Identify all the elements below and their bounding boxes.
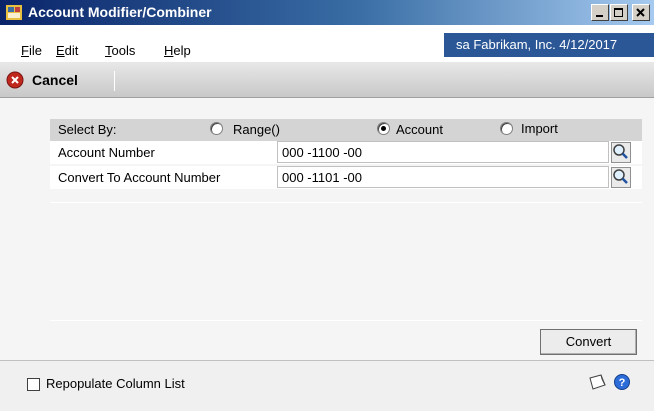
close-button[interactable] [632,4,650,21]
menu-help[interactable]: Help [164,43,191,58]
convert-to-input[interactable] [277,166,609,188]
close-icon [636,8,645,17]
repopulate-label[interactable]: Repopulate Column List [46,376,185,391]
maximize-icon [614,8,623,17]
convert-to-row: Convert To Account Number [50,166,642,189]
select-by-label: Select By: [58,122,117,137]
radio-range-label[interactable]: Range() [233,122,280,137]
select-by-row: Select By: Range() Account Import [50,119,642,141]
toolbar-separator [114,71,115,91]
window-titlebar: Account Modifier/Combiner [0,0,654,25]
menu-edit[interactable]: Edit [56,43,78,58]
radio-import[interactable] [500,122,513,135]
cancel-icon [6,71,24,89]
footer: Repopulate Column List ? [0,360,654,411]
menu-file[interactable]: File [21,43,42,58]
separator-bottom [50,320,642,321]
repopulate-checkbox[interactable] [27,378,40,391]
account-number-input[interactable] [277,141,609,163]
maximize-button[interactable] [610,4,628,21]
account-number-label: Account Number [58,145,155,160]
cancel-button[interactable]: Cancel [6,68,78,92]
account-number-row: Account Number [50,141,642,164]
cancel-label: Cancel [32,72,78,88]
minimize-icon [596,15,603,17]
svg-text:?: ? [619,377,626,389]
toolbar: Cancel [0,62,654,98]
help-icon[interactable]: ? [614,374,630,390]
form-content: Select By: Range() Account Import Accoun… [0,98,654,360]
menu-bar: File Edit Tools Help sa Fabrikam, Inc. 4… [0,25,654,62]
separator-top [50,202,642,203]
account-lookup-icon[interactable] [611,142,631,163]
user-company-date[interactable]: sa Fabrikam, Inc. 4/12/2017 [444,33,654,57]
radio-account-label[interactable]: Account [396,122,443,137]
window-title: Account Modifier/Combiner [28,4,212,20]
radio-range[interactable] [210,122,223,135]
note-icon[interactable] [587,373,607,391]
convert-to-lookup-icon[interactable] [611,167,631,188]
menu-tools[interactable]: Tools [105,43,135,58]
convert-button[interactable]: Convert [540,329,637,355]
convert-to-label: Convert To Account Number [58,170,221,185]
app-icon [6,5,22,20]
radio-account[interactable] [377,122,390,135]
radio-import-label[interactable]: Import [521,121,558,136]
minimize-button[interactable] [591,4,609,21]
